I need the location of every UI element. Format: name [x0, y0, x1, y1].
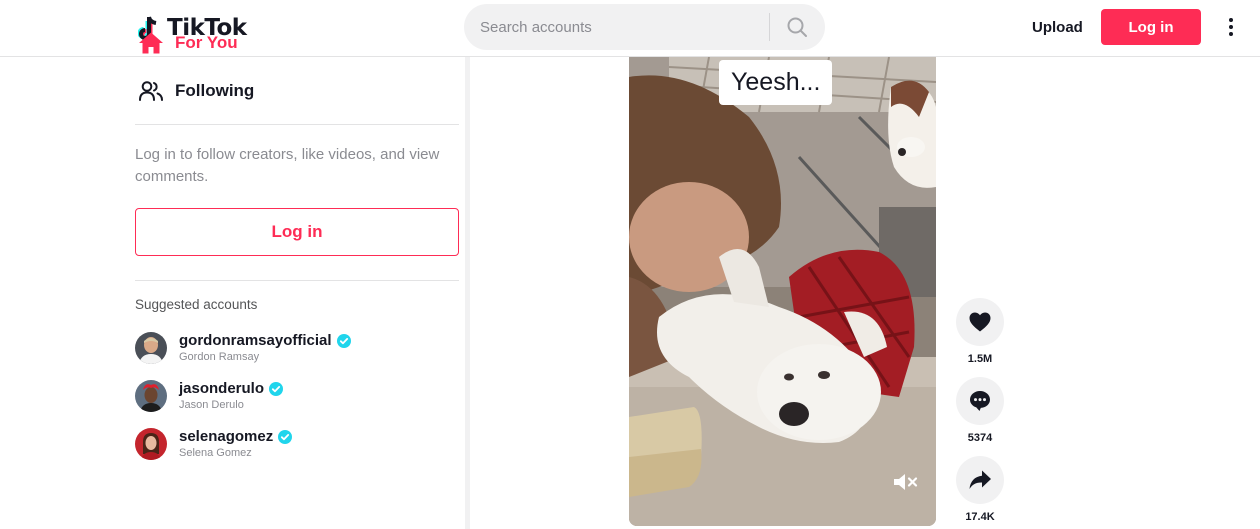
- suggested-accounts-title: Suggested accounts: [135, 297, 258, 312]
- share-action: 17.4K: [956, 456, 1004, 523]
- sidebar-login-button[interactable]: Log in: [135, 208, 459, 256]
- suggested-account-selenagomez[interactable]: selenagomez Selena Gomez: [135, 424, 293, 464]
- account-display-name: Gordon Ramsay: [179, 351, 260, 363]
- search-icon: [787, 17, 807, 37]
- verified-badge-icon: [278, 430, 293, 444]
- like-count: 1.5M: [967, 353, 993, 365]
- nav-label: Following: [175, 81, 255, 100]
- comment-action: 5374: [956, 377, 1004, 444]
- account-display-name: Jason Derulo: [179, 399, 244, 411]
- account-username: selenagomez: [179, 428, 274, 445]
- header-login-button[interactable]: Log in: [1101, 9, 1201, 45]
- search-button[interactable]: [770, 4, 824, 50]
- nav-following[interactable]: Following: [138, 71, 254, 111]
- suggested-account-gordonramsayofficial[interactable]: gordonramsayofficial Gordon Ramsay: [135, 328, 351, 368]
- avatar: [135, 332, 167, 364]
- account-username: gordonramsayofficial: [179, 332, 332, 349]
- login-prompt-text: Log in to follow creators, like videos, …: [135, 146, 440, 185]
- sidebar-divider: [135, 124, 459, 125]
- suggested-account-jasonderulo[interactable]: jasonderulo Jason Derulo: [135, 376, 284, 416]
- video-frame-image: [629, 57, 936, 526]
- following-icon: [138, 78, 164, 104]
- muted-speaker-icon[interactable]: [891, 471, 919, 493]
- search-input[interactable]: [464, 4, 769, 50]
- sidebar-scrollbar[interactable]: [465, 57, 470, 529]
- account-display-name: Selena Gomez: [179, 447, 252, 459]
- heart-icon: [969, 312, 991, 332]
- avatar: [135, 380, 167, 412]
- nav-for-you[interactable]: For You: [138, 23, 238, 63]
- share-arrow-icon: [969, 470, 991, 489]
- upload-button[interactable]: Upload: [1022, 9, 1093, 45]
- verified-badge-icon: [336, 334, 351, 348]
- share-button[interactable]: [956, 456, 1004, 504]
- video-player[interactable]: Yeesh...: [629, 57, 936, 526]
- avatar: [135, 428, 167, 460]
- verified-badge-icon: [269, 382, 284, 396]
- home-icon: [138, 30, 164, 56]
- account-username: jasonderulo: [179, 380, 265, 397]
- comment-icon: [970, 391, 990, 411]
- more-menu-icon[interactable]: [1219, 14, 1243, 40]
- nav-label: For You: [175, 33, 238, 52]
- comment-count: 5374: [967, 432, 993, 444]
- search-bar: [464, 4, 825, 50]
- like-button[interactable]: [956, 298, 1004, 346]
- comment-button[interactable]: [956, 377, 1004, 425]
- sidebar-divider: [135, 280, 459, 281]
- video-caption-overlay: Yeesh...: [719, 60, 833, 105]
- like-action: 1.5M: [956, 298, 1004, 365]
- share-count: 17.4K: [965, 511, 995, 523]
